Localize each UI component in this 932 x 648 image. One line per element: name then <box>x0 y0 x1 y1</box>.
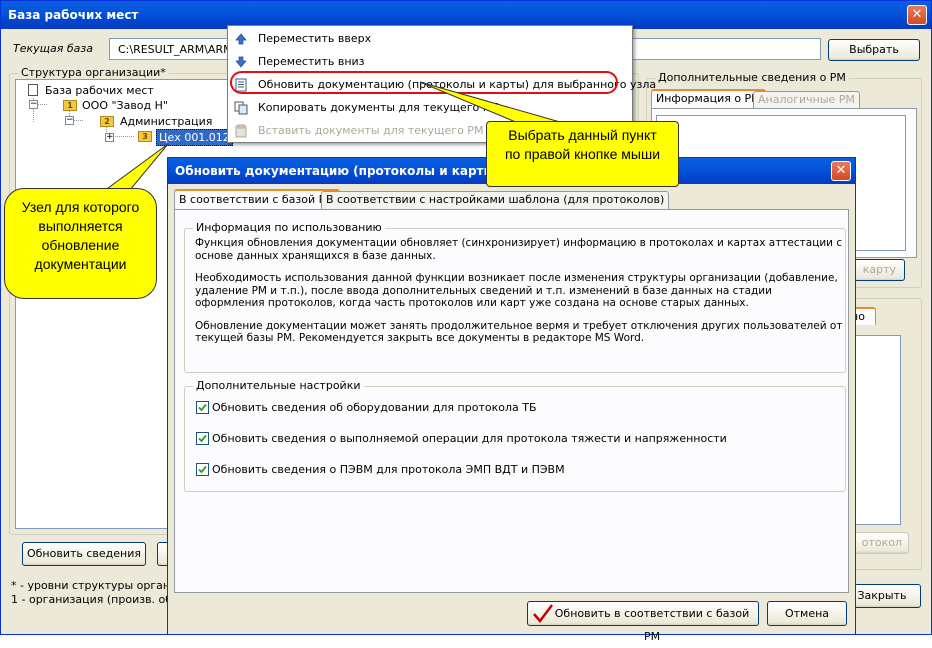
callout-node-hint-text: Узел для которого выполняется обновление… <box>21 199 140 272</box>
callout-node-hint: Узел для которого выполняется обновление… <box>4 188 157 299</box>
callout-menu-hint-text: Выбрать данный пункт по правой кнопке мы… <box>504 127 661 162</box>
callout-pointer-menu <box>98 81 561 197</box>
callout-menu-hint: Выбрать данный пункт по правой кнопке мы… <box>486 121 679 187</box>
